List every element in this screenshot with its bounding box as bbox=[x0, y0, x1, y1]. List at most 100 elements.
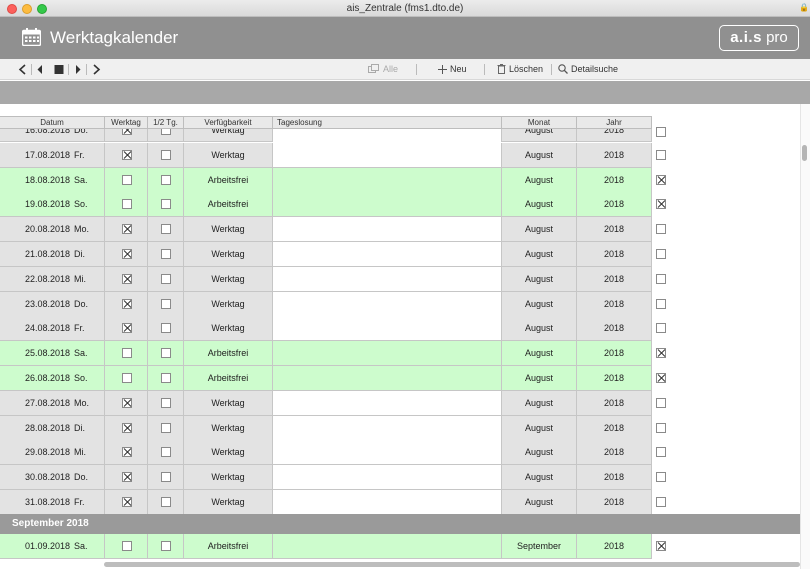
tageslosung-field[interactable] bbox=[273, 192, 502, 216]
werktag-checkbox[interactable] bbox=[122, 199, 132, 209]
verfuegbarkeit-value: Werktag bbox=[184, 143, 273, 167]
column-header-verfuegbarkeit[interactable]: Verfügbarkeit bbox=[184, 117, 273, 129]
table-row[interactable]: 17.08.2018 Fr. Werktag August 2018 bbox=[0, 143, 652, 168]
row-flag-checkbox[interactable] bbox=[656, 274, 666, 284]
vertical-scrollbar-thumb[interactable] bbox=[802, 145, 807, 161]
table-row[interactable]: 26.08.2018 So. Arbeitsfrei August 2018 bbox=[0, 366, 652, 391]
tageslosung-field[interactable] bbox=[273, 316, 502, 340]
werktag-cell bbox=[105, 217, 148, 241]
tageslosung-field[interactable] bbox=[273, 168, 502, 192]
table-row[interactable]: 25.08.2018 Sa. Arbeitsfrei August 2018 bbox=[0, 341, 652, 366]
tageslosung-field[interactable] bbox=[273, 217, 502, 241]
table-row[interactable]: 18.08.2018 Sa. Arbeitsfrei August 2018 bbox=[0, 168, 652, 193]
tageslosung-field[interactable] bbox=[273, 465, 502, 489]
halbtag-checkbox[interactable] bbox=[161, 199, 171, 209]
table-row[interactable]: 28.08.2018 Di. Werktag August 2018 bbox=[0, 416, 652, 441]
tageslosung-field[interactable] bbox=[273, 267, 502, 291]
date-value: 01.09.2018 bbox=[25, 541, 71, 551]
halbtag-checkbox[interactable] bbox=[161, 472, 171, 482]
werktag-checkbox[interactable] bbox=[122, 249, 132, 259]
halbtag-checkbox[interactable] bbox=[161, 497, 171, 507]
table-row[interactable]: 29.08.2018 Mi. Werktag August 2018 bbox=[0, 440, 652, 465]
tageslosung-field[interactable] bbox=[273, 341, 502, 365]
row-flag-checkbox[interactable] bbox=[656, 249, 666, 259]
tageslosung-field[interactable] bbox=[273, 534, 502, 558]
row-flag-checkbox[interactable] bbox=[656, 199, 666, 209]
tageslosung-field[interactable] bbox=[273, 440, 502, 464]
row-flag-checkbox[interactable] bbox=[656, 423, 666, 433]
weekday-value: So. bbox=[74, 373, 88, 383]
halbtag-checkbox[interactable] bbox=[161, 541, 171, 551]
date-value: 26.08.2018 bbox=[25, 373, 71, 383]
column-header-monat[interactable]: Monat bbox=[502, 117, 577, 129]
row-flag-checkbox[interactable] bbox=[656, 299, 666, 309]
tageslosung-field[interactable] bbox=[273, 242, 502, 266]
column-header-jahr[interactable]: Jahr bbox=[577, 117, 652, 129]
werktag-checkbox[interactable] bbox=[122, 348, 132, 358]
date-value: 18.08.2018 bbox=[25, 175, 71, 185]
werktag-checkbox[interactable] bbox=[122, 497, 132, 507]
table-row[interactable]: 27.08.2018 Mo. Werktag August 2018 bbox=[0, 391, 652, 416]
row-flag-checkbox[interactable] bbox=[656, 541, 666, 551]
table-row[interactable]: 20.08.2018 Mo. Werktag August 2018 bbox=[0, 217, 652, 242]
row-flag-checkbox[interactable] bbox=[656, 398, 666, 408]
table-row[interactable]: 24.08.2018 Fr. Werktag August 2018 bbox=[0, 316, 652, 341]
tageslosung-field[interactable] bbox=[273, 143, 502, 167]
horizontal-scrollbar-thumb[interactable] bbox=[104, 562, 800, 567]
werktag-checkbox[interactable] bbox=[122, 447, 132, 457]
row-flag-checkbox[interactable] bbox=[656, 348, 666, 358]
halbtag-checkbox[interactable] bbox=[161, 175, 171, 185]
row-flag-checkbox[interactable] bbox=[656, 150, 666, 160]
row-flag-checkbox[interactable] bbox=[656, 323, 666, 333]
halbtag-checkbox[interactable] bbox=[161, 423, 171, 433]
halbtag-checkbox[interactable] bbox=[161, 150, 171, 160]
werktag-checkbox[interactable] bbox=[122, 373, 132, 383]
row-flag-checkbox[interactable] bbox=[656, 472, 666, 482]
halbtag-checkbox[interactable] bbox=[161, 299, 171, 309]
tageslosung-field[interactable] bbox=[273, 292, 502, 316]
werktag-checkbox[interactable] bbox=[122, 472, 132, 482]
werktag-checkbox[interactable] bbox=[122, 299, 132, 309]
table-row[interactable]: 21.08.2018 Di. Werktag August 2018 bbox=[0, 242, 652, 267]
tageslosung-field[interactable] bbox=[273, 366, 502, 390]
werktag-checkbox[interactable] bbox=[122, 323, 132, 333]
halbtag-checkbox[interactable] bbox=[161, 274, 171, 284]
row-flag-checkbox[interactable] bbox=[656, 224, 666, 234]
halbtag-checkbox[interactable] bbox=[161, 249, 171, 259]
halbtag-checkbox[interactable] bbox=[161, 348, 171, 358]
table-row[interactable]: 22.08.2018 Mi. Werktag August 2018 bbox=[0, 267, 652, 292]
halbtag-cell bbox=[148, 440, 184, 464]
werktag-checkbox[interactable] bbox=[122, 175, 132, 185]
row-flag-checkbox[interactable] bbox=[656, 373, 666, 383]
year-value: 2018 bbox=[577, 168, 652, 192]
column-header-werktag[interactable]: Werktag bbox=[105, 117, 148, 129]
table-row[interactable]: 19.08.2018 So. Arbeitsfrei August 2018 bbox=[0, 192, 652, 217]
table-row[interactable]: 23.08.2018 Do. Werktag August 2018 bbox=[0, 292, 652, 317]
halbtag-checkbox[interactable] bbox=[161, 447, 171, 457]
row-flag-checkbox[interactable] bbox=[656, 127, 666, 137]
werktag-checkbox[interactable] bbox=[122, 274, 132, 284]
werktag-checkbox[interactable] bbox=[122, 541, 132, 551]
table-row[interactable]: 01.09.2018 Sa. Arbeitsfrei September 2018 bbox=[0, 534, 652, 559]
table-row[interactable]: 31.08.2018 Fr. Werktag August 2018 bbox=[0, 490, 652, 515]
tageslosung-field[interactable] bbox=[273, 416, 502, 440]
column-header-halbtag[interactable]: 1/2 Tg. bbox=[148, 117, 184, 129]
halbtag-checkbox[interactable] bbox=[161, 323, 171, 333]
table-row[interactable]: 30.08.2018 Do. Werktag August 2018 bbox=[0, 465, 652, 490]
werktag-checkbox[interactable] bbox=[122, 224, 132, 234]
verfuegbarkeit-value: Werktag bbox=[184, 267, 273, 291]
column-header-tageslosung[interactable]: Tageslosung bbox=[273, 117, 502, 129]
row-flag-checkbox[interactable] bbox=[656, 497, 666, 507]
vertical-scroll-track[interactable] bbox=[800, 104, 810, 569]
halbtag-checkbox[interactable] bbox=[161, 373, 171, 383]
werktag-checkbox[interactable] bbox=[122, 150, 132, 160]
column-header-datum[interactable]: Datum bbox=[0, 117, 105, 129]
tageslosung-field[interactable] bbox=[273, 490, 502, 514]
halbtag-checkbox[interactable] bbox=[161, 398, 171, 408]
halbtag-checkbox[interactable] bbox=[161, 224, 171, 234]
werktag-checkbox[interactable] bbox=[122, 398, 132, 408]
tageslosung-field[interactable] bbox=[273, 391, 502, 415]
row-flag-checkbox[interactable] bbox=[656, 175, 666, 185]
werktag-checkbox[interactable] bbox=[122, 423, 132, 433]
row-flag-checkbox[interactable] bbox=[656, 447, 666, 457]
